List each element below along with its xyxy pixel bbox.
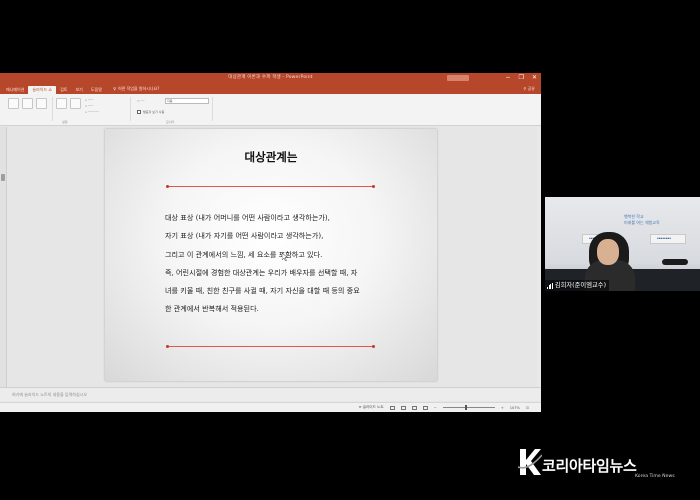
body-line: 한 관계에서 반복해서 적용된다. bbox=[165, 304, 259, 314]
status-bar: ≡ 슬라이드 노트 − + 107% ⊡ bbox=[0, 402, 541, 412]
status-controls: ≡ 슬라이드 노트 − + 107% ⊡ bbox=[359, 405, 529, 410]
tab-help[interactable]: 도움말 bbox=[87, 86, 106, 94]
close-icon[interactable]: ✕ bbox=[532, 74, 537, 82]
rail-handle[interactable] bbox=[1, 174, 5, 181]
watermark-name: 코리아타임뉴스 bbox=[542, 457, 637, 475]
from-current-slide-button[interactable] bbox=[22, 98, 33, 109]
restore-icon[interactable]: ❐ bbox=[519, 74, 524, 82]
tell-me-search[interactable]: ♀ 어떤 작업을 원하시나요? bbox=[113, 85, 159, 93]
narration-option[interactable]: ▫ ────── bbox=[85, 110, 99, 114]
zoom-in-icon[interactable]: + bbox=[501, 406, 504, 410]
body-line: 즉, 어린시절에 경험한 대상관계는 우리가 배우자를 선택할 때, 자 bbox=[165, 267, 358, 277]
korea-time-news-logo-icon bbox=[517, 449, 542, 475]
powerpoint-window: 대상관계 이론과 수퍼 학생 - PowerPoint − ❐ ✕ 애니메이션 … bbox=[0, 73, 541, 412]
participant-name-tag: 김희자(준이엠교수) bbox=[545, 280, 610, 291]
ribbon-tabs: 애니메이션 슬라이드 쇼 검토 보기 도움말 bbox=[0, 84, 541, 94]
tab-animations[interactable]: 애니메이션 bbox=[2, 86, 28, 94]
thumbnail-pane-collapsed[interactable] bbox=[0, 127, 7, 387]
body-line: 자기 표상 (내가 자기를 어떤 사람이라고 생각하는가), bbox=[165, 231, 324, 241]
rule-dot bbox=[372, 185, 375, 188]
webcam-tile[interactable]: 행복한 학교 미래를 여는 체험교육 ▪▪▪▪▪▪▪▪ ▪▪▪▪▪▪▪▪ 김희자… bbox=[545, 197, 700, 291]
share-label: 공유 bbox=[527, 86, 535, 91]
rehearse-option[interactable]: ▫ ─── bbox=[85, 98, 93, 102]
hide-slide-button[interactable] bbox=[70, 98, 81, 109]
ribbon-group-monitor: 모니터 bbox=[166, 120, 175, 124]
body-line: 그리고 이 관계에서의 느낌, 세 요소를 포함하고 있다. bbox=[165, 249, 323, 259]
broadcaster-watermark: 코리아타임뉴스 Korea Time News bbox=[516, 444, 686, 486]
ribbon-group-setup: 설정 bbox=[62, 120, 68, 124]
zoom-slider[interactable] bbox=[442, 405, 495, 410]
monitor-label: ▭ ── bbox=[137, 99, 145, 103]
tab-view[interactable]: 보기 bbox=[71, 86, 86, 94]
screen-share-stage: 대상관계 이론과 수퍼 학생 - PowerPoint − ❐ ✕ 애니메이션 … bbox=[0, 0, 700, 500]
watermark-subtitle: Korea Time News bbox=[635, 474, 675, 479]
slide-title: 대상관계는 bbox=[244, 150, 298, 164]
tell-me-label: 어떤 작업을 원하시나요? bbox=[117, 86, 160, 91]
from-beginning-button[interactable] bbox=[8, 98, 19, 109]
record-option[interactable]: ▫ ─── bbox=[85, 104, 93, 108]
zoom-level[interactable]: 107% bbox=[510, 406, 520, 410]
signal-strength-icon bbox=[547, 282, 553, 289]
title-bar: 대상관계 이론과 수퍼 학생 - PowerPoint − ❐ ✕ bbox=[0, 73, 541, 84]
slide-body: 대상 표상 (내가 어머니를 어떤 사람이라고 생각하는가), 자기 표상 (내… bbox=[165, 209, 375, 319]
top-rule bbox=[166, 185, 375, 188]
zoom-knob[interactable] bbox=[464, 405, 467, 410]
fit-slide-icon[interactable]: ⊡ bbox=[526, 406, 529, 410]
minimize-icon[interactable]: − bbox=[506, 74, 511, 82]
participant-name: 김희자(준이엠교수) bbox=[554, 282, 607, 289]
participant-face bbox=[597, 239, 619, 265]
vertical-scrollbar[interactable] bbox=[537, 127, 541, 401]
tab-review[interactable]: 검토 bbox=[56, 86, 71, 94]
setup-slide-show-button[interactable] bbox=[56, 98, 67, 109]
presenter-view-label: 발표자 보기 사용 bbox=[143, 110, 165, 114]
slide-canvas[interactable]: 대상관계는 대상 표상 (내가 어머니를 어떤 사람이라고 생각하는가), 자기… bbox=[105, 129, 437, 381]
ribbon-separator bbox=[212, 97, 213, 121]
rule-dot bbox=[372, 345, 375, 348]
notes-placeholder: 여기에 슬라이드 노트의 내용을 입력하십시오 bbox=[12, 392, 88, 397]
body-line: 녀를 키울 때, 친한 친구를 사귈 때, 자기 자신을 대할 때 등의 중요 bbox=[165, 286, 360, 296]
desk-lamp bbox=[662, 259, 688, 265]
ribbon-panel: ▫ ─── ▫ ─── ▫ ────── 설정 ▭ ── 자동 발표자 보기 사… bbox=[0, 94, 541, 126]
rule-dot bbox=[166, 345, 169, 348]
ribbon-separator bbox=[130, 97, 131, 121]
mouse-cursor-icon bbox=[282, 253, 288, 261]
bottom-rule bbox=[166, 345, 375, 348]
slide-show-icon[interactable] bbox=[422, 405, 428, 410]
notes-toggle[interactable]: ≡ 슬라이드 노트 bbox=[359, 405, 384, 410]
present-online-button[interactable] bbox=[36, 98, 47, 109]
slide-sorter-icon[interactable] bbox=[400, 405, 406, 410]
presenter-view-checkbox[interactable] bbox=[137, 110, 141, 114]
notes-pane[interactable]: 여기에 슬라이드 노트의 내용을 입력하십시오 bbox=[0, 387, 541, 401]
body-line: 대상 표상 (내가 어머니를 어떤 사람이라고 생각하는가), bbox=[165, 213, 330, 222]
sign-in-button[interactable] bbox=[447, 75, 469, 81]
reading-view-icon[interactable] bbox=[411, 405, 417, 410]
normal-view-icon[interactable] bbox=[389, 405, 395, 410]
window-controls: − ❐ ✕ bbox=[506, 74, 537, 82]
wall-banner: ▪▪▪▪▪▪▪▪ bbox=[650, 234, 686, 244]
share-button[interactable]: ⚲ 공유 bbox=[523, 85, 535, 93]
monitor-select[interactable]: 자동 bbox=[165, 98, 209, 104]
notes-toggle-label: 슬라이드 노트 bbox=[362, 405, 384, 409]
zoom-out-icon[interactable]: − bbox=[434, 406, 437, 410]
lightbulb-icon: ♀ bbox=[113, 86, 116, 91]
wall-slogan-line: 미래를 여는 체험교육 bbox=[624, 220, 660, 225]
wall-slogan: 행복한 학교 미래를 여는 체험교육 bbox=[624, 214, 660, 226]
rule-dot bbox=[166, 185, 169, 188]
tab-slide-show[interactable]: 슬라이드 쇼 bbox=[28, 86, 57, 94]
ribbon-separator bbox=[52, 97, 53, 121]
